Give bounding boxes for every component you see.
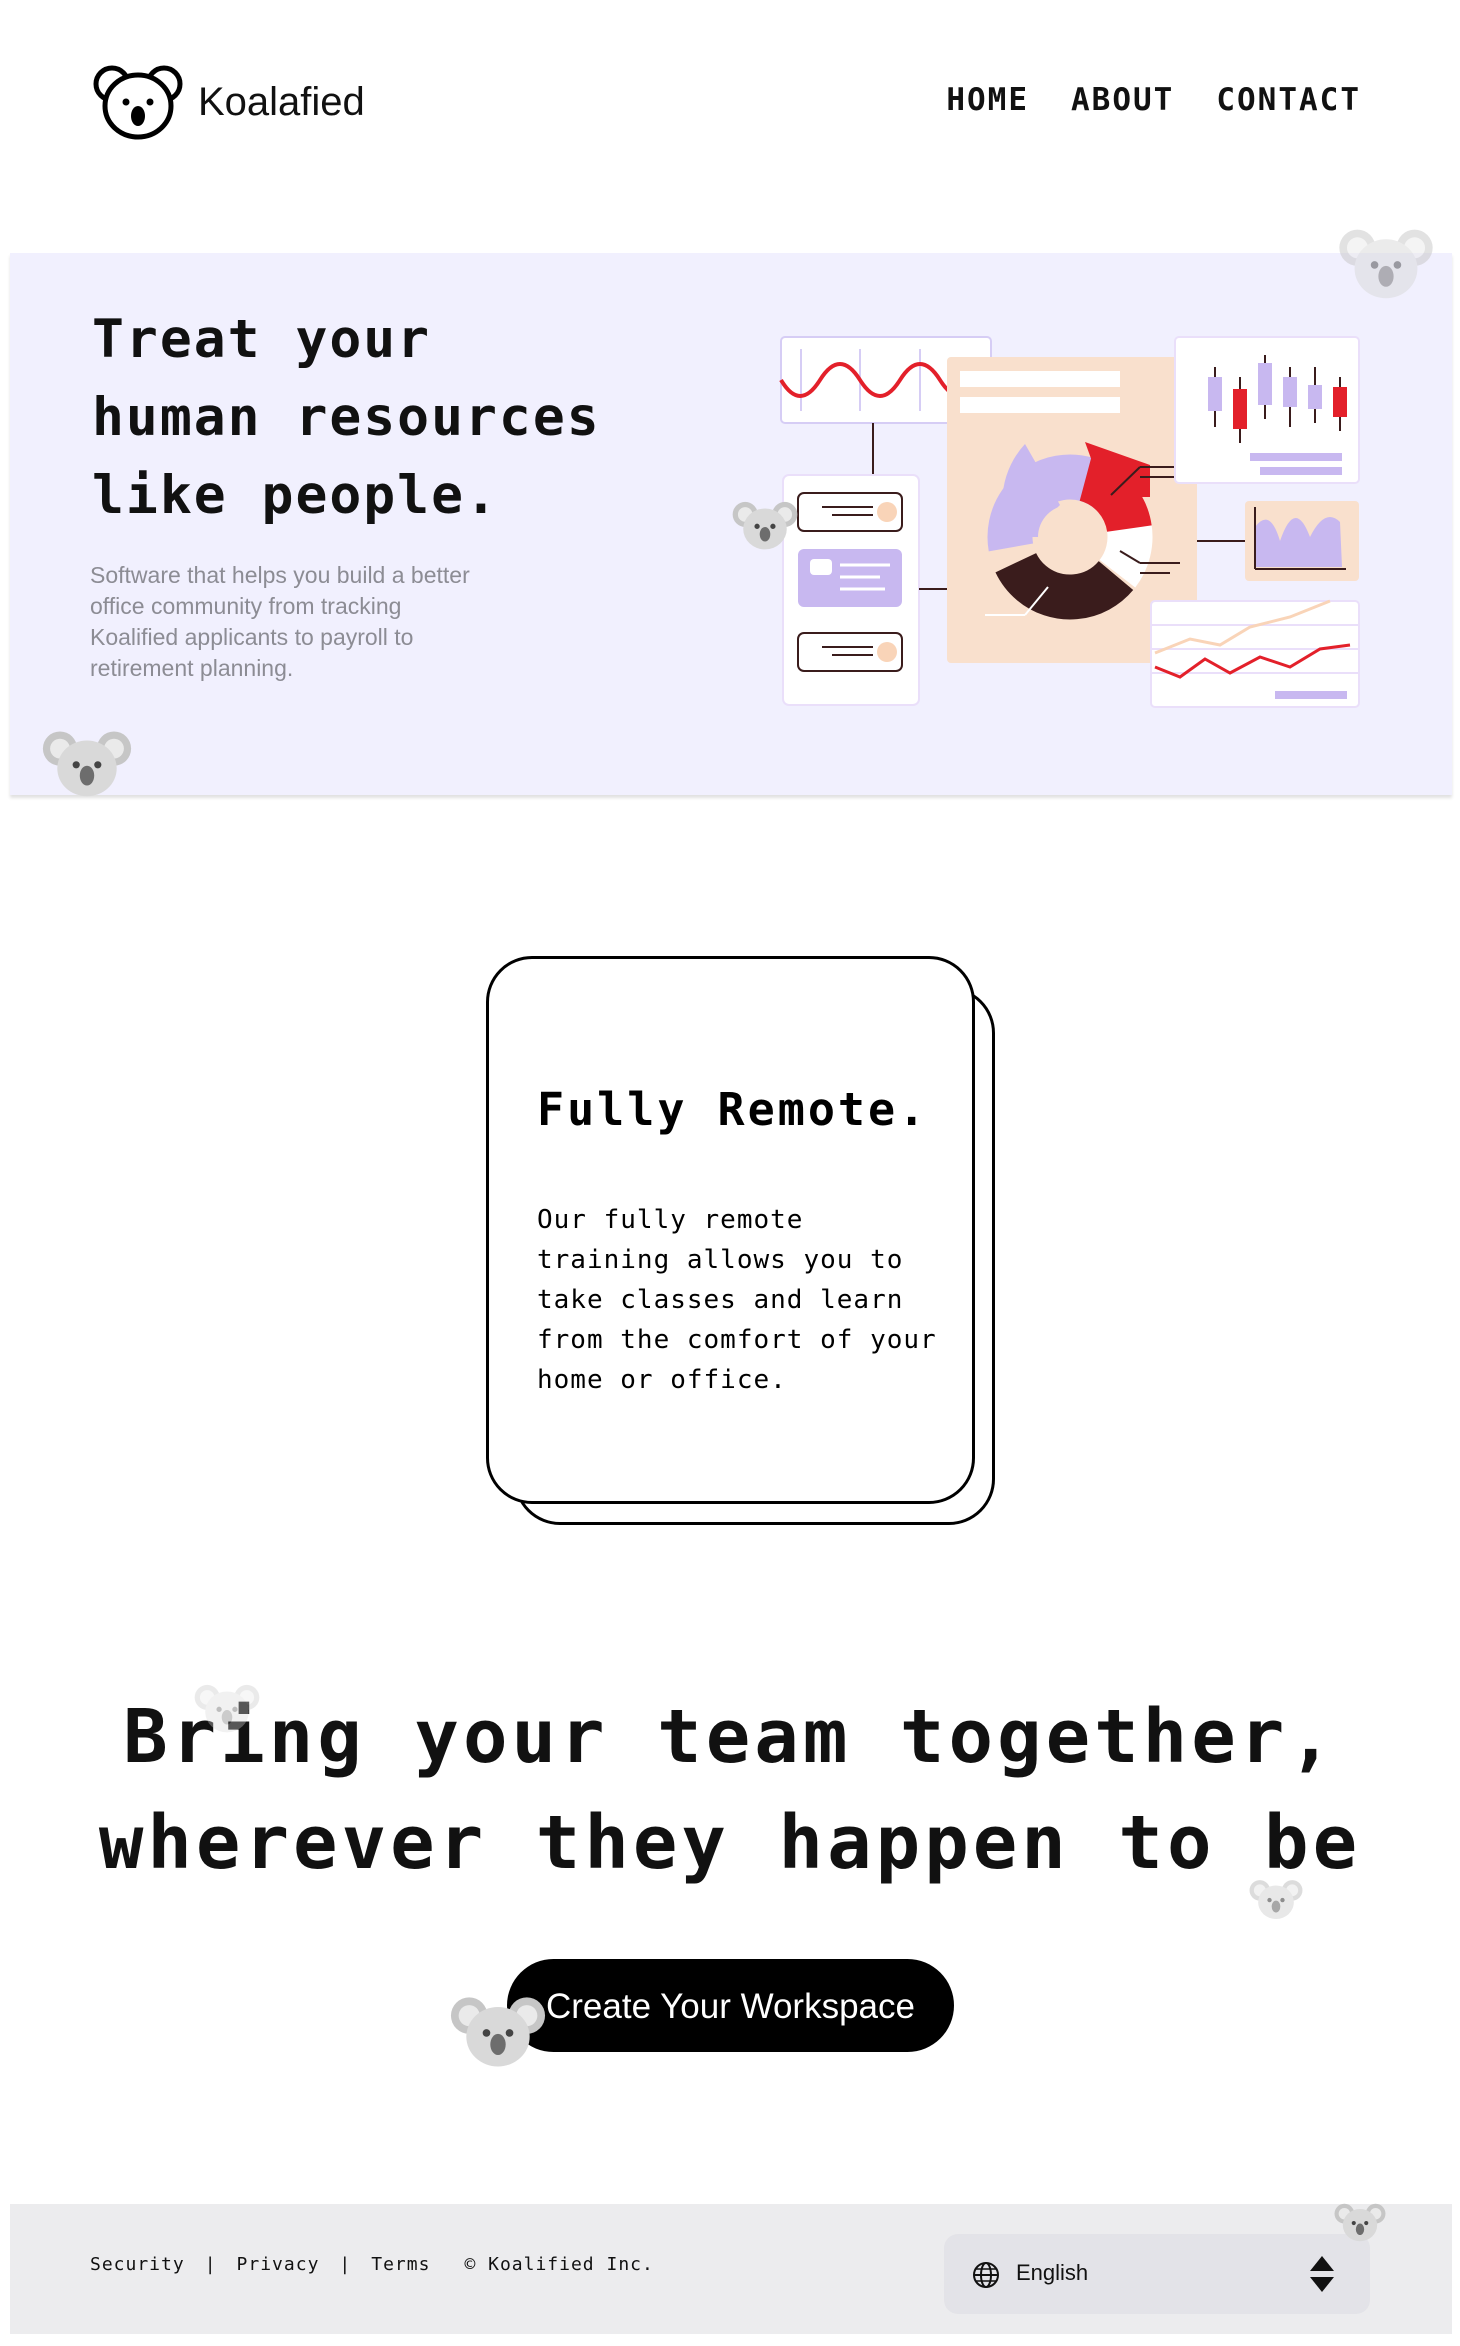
feature-card: Fully Remote. Our fully remote training … xyxy=(486,956,975,1504)
hr-dashboard-illustration xyxy=(779,336,1360,708)
footer: Security | Privacy | Terms © Koalified I… xyxy=(10,2204,1452,2334)
footer-link-terms[interactable]: Terms xyxy=(371,2254,430,2275)
globe-icon xyxy=(973,2262,999,2288)
feature-title: Fully Remote. xyxy=(537,1083,929,1136)
nav-home[interactable]: HOME xyxy=(946,82,1029,118)
koala-decoration-icon xyxy=(194,1680,260,1736)
copyright: © Koalified Inc. xyxy=(464,2254,654,2275)
hero-title: Treat your human resources like people. xyxy=(92,301,601,535)
select-arrows-icon xyxy=(1310,2256,1334,2292)
hero-title-line-2: human resources xyxy=(92,387,601,448)
main-nav: HOME ABOUT CONTACT xyxy=(946,82,1361,118)
footer-links: Security | Privacy | Terms © Koalified I… xyxy=(90,2254,654,2275)
koala-decoration-icon xyxy=(450,1990,546,2072)
language-label: English xyxy=(1016,2260,1089,2285)
footer-link-security[interactable]: Security xyxy=(90,2254,185,2275)
feature-text: Our fully remote training allows you to … xyxy=(537,1205,937,1395)
language-select[interactable]: English xyxy=(944,2234,1370,2314)
brand[interactable]: Koalafied xyxy=(92,62,365,142)
brand-name: Koalafied xyxy=(198,79,365,124)
koala-decoration-icon xyxy=(42,723,132,803)
koala-decoration-icon xyxy=(732,495,798,555)
hero-section: Treat your human resources like people. … xyxy=(10,253,1452,795)
nav-about[interactable]: ABOUT xyxy=(1071,82,1174,118)
create-workspace-button[interactable]: Create Your Workspace xyxy=(507,1959,954,2052)
hero-title-line-1: Treat your xyxy=(92,309,432,370)
footer-separator: | xyxy=(339,2254,352,2275)
footer-separator: | xyxy=(204,2254,217,2275)
hero-title-line-3: like people. xyxy=(92,465,499,526)
nav-contact[interactable]: CONTACT xyxy=(1216,82,1361,118)
koala-logo-icon xyxy=(93,65,183,140)
koala-decoration-icon xyxy=(1249,1875,1303,1923)
koala-decoration-icon xyxy=(1338,223,1434,303)
hero-subtitle: Software that helps you build a better o… xyxy=(90,562,470,681)
footer-link-privacy[interactable]: Privacy xyxy=(237,2254,320,2275)
cta-headline-line-2: wherever they happen to be xyxy=(98,1800,1362,1886)
koala-decoration-icon xyxy=(1334,2200,1386,2244)
